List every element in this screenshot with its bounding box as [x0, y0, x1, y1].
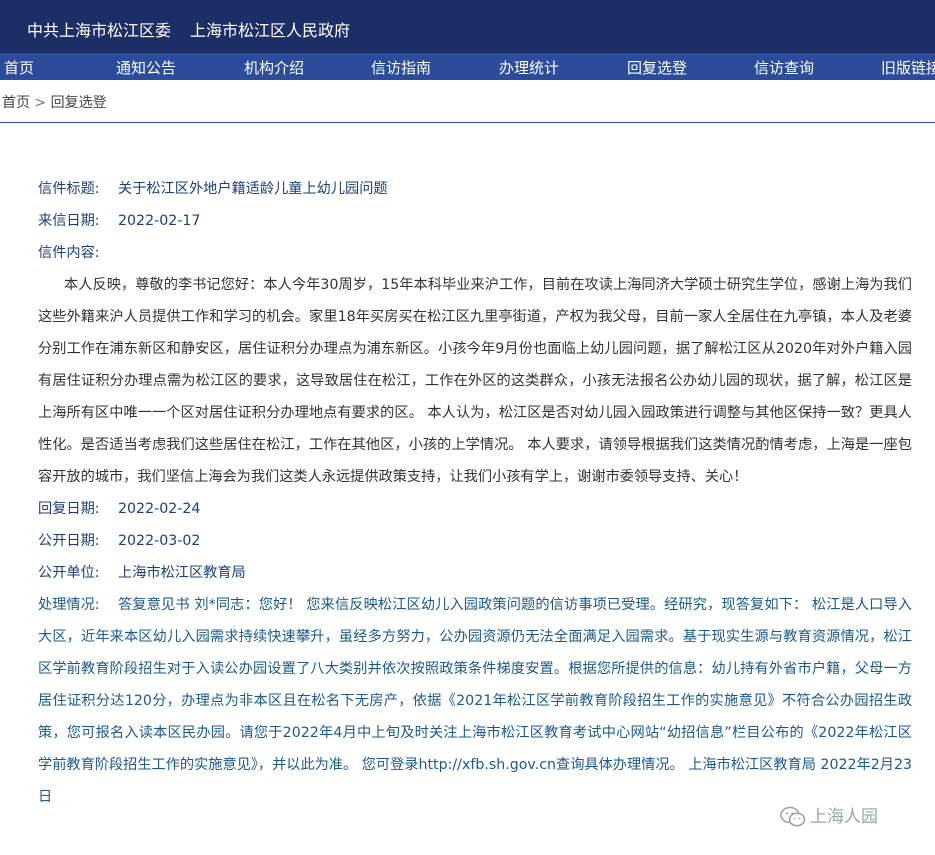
breadcrumb-current[interactable]: 回复选登 — [51, 95, 107, 111]
letter-date-label: 来信日期: — [38, 213, 100, 229]
nav-item-home[interactable]: 首页 — [4, 57, 34, 78]
nav-item-organization[interactable]: 机构介绍 — [244, 57, 304, 78]
letter-date-row: 来信日期: 2022-02-17 — [38, 205, 912, 237]
reply-date-row: 回复日期: 2022-02-24 — [38, 493, 912, 525]
government-title[interactable]: 上海市松江区人民政府 — [190, 17, 350, 41]
letter-content-label: 信件内容: — [38, 245, 100, 261]
nav-item-statistics[interactable]: 办理统计 — [499, 57, 559, 78]
breadcrumb-home[interactable]: 首页 — [2, 95, 30, 111]
nav-item-selected-replies[interactable]: 回复选登 — [627, 57, 687, 78]
letter-detail: 信件标题: 关于松江区外地户籍适龄儿童上幼儿园问题 来信日期: 2022-02-17… — [38, 173, 912, 813]
handling-text: 答复意见书 刘*同志：您好！ 您来信反映松江区幼儿入园政策问题的信访事项已受理。… — [38, 597, 912, 805]
public-date-row: 公开日期: 2022-03-02 — [38, 525, 912, 557]
public-unit: 上海市松江区教育局 — [118, 565, 246, 581]
letter-content-label-row: 信件内容: — [38, 237, 912, 269]
letter-date: 2022-02-17 — [118, 213, 201, 229]
public-date: 2022-03-02 — [118, 533, 201, 549]
nav-item-petition-guide[interactable]: 信访指南 — [371, 57, 431, 78]
handling-details: 处理情况: 答复意见书 刘*同志：您好！ 您来信反映松江区幼儿入园政策问题的信访事… — [38, 589, 912, 813]
handling-label: 处理情况: — [38, 597, 100, 613]
wechat-icon — [780, 806, 806, 827]
main-nav: 首页 通知公告 机构介绍 信访指南 办理统计 回复选登 信访查询 旧版链接 — [0, 53, 935, 80]
letter-title-row: 信件标题: 关于松江区外地户籍适龄儿童上幼儿园问题 — [38, 173, 912, 205]
public-unit-row: 公开单位: 上海市松江区教育局 — [38, 557, 912, 589]
letter-content: 本人反映，尊敬的李书记您好：本人今年30周岁，15年本科毕业来沪工作，目前在攻读… — [38, 277, 912, 485]
reply-date-label: 回复日期: — [38, 501, 100, 517]
watermark-text: 上海人园 — [810, 807, 878, 827]
nav-item-petition-query[interactable]: 信访查询 — [754, 57, 814, 78]
nav-item-notices[interactable]: 通知公告 — [116, 57, 176, 78]
letter-title-label: 信件标题: — [38, 181, 100, 197]
nav-item-legacy-link[interactable]: 旧版链接 — [881, 57, 935, 78]
public-unit-label: 公开单位: — [38, 565, 100, 581]
party-committee-title[interactable]: 中共上海市松江区委 — [27, 17, 171, 41]
public-date-label: 公开日期: — [38, 533, 100, 549]
watermark: 上海人园 — [780, 802, 878, 828]
breadcrumb: 首页 > 回复选登 — [0, 92, 107, 114]
reply-date: 2022-02-24 — [118, 501, 201, 517]
header-divider — [0, 122, 935, 123]
letter-title: 关于松江区外地户籍适龄儿童上幼儿园问题 — [118, 181, 388, 197]
site-header: 中共上海市松江区委 上海市松江区人民政府 — [0, 0, 935, 53]
breadcrumb-separator: > — [34, 95, 47, 111]
